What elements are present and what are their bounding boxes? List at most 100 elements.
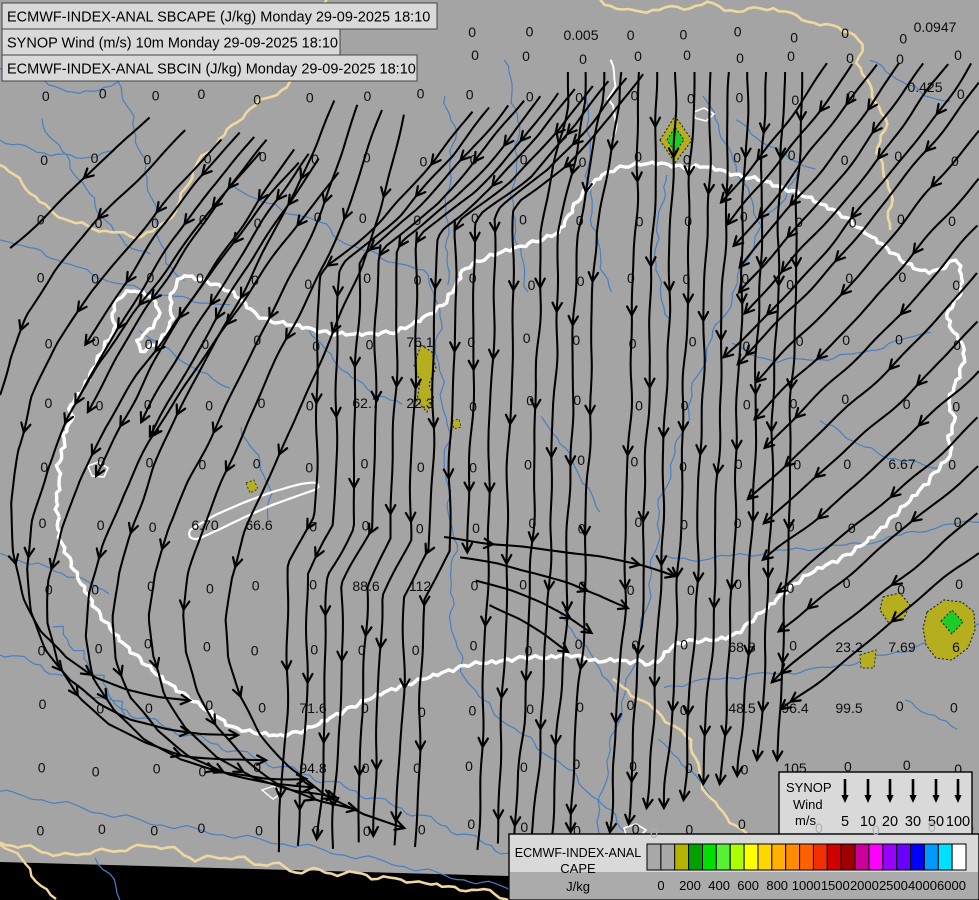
svg-text:6: 6: [952, 639, 960, 655]
svg-text:100: 100: [946, 814, 970, 830]
svg-text:0: 0: [955, 576, 963, 592]
svg-text:0: 0: [92, 764, 100, 780]
svg-text:0: 0: [577, 273, 585, 289]
svg-text:0: 0: [579, 51, 587, 67]
svg-text:800: 800: [766, 878, 788, 893]
svg-text:23.2: 23.2: [835, 639, 862, 655]
svg-text:0: 0: [418, 822, 426, 838]
svg-text:0: 0: [680, 27, 688, 43]
svg-text:0: 0: [412, 642, 420, 658]
svg-text:0: 0: [526, 701, 534, 717]
svg-text:0: 0: [310, 641, 318, 657]
svg-text:200: 200: [679, 878, 701, 893]
svg-text:CAPE: CAPE: [560, 861, 596, 876]
svg-text:0: 0: [787, 48, 795, 64]
svg-text:0: 0: [957, 86, 965, 102]
svg-text:0: 0: [896, 698, 904, 714]
svg-text:5: 5: [841, 814, 849, 830]
svg-text:0: 0: [361, 456, 369, 472]
svg-text:0: 0: [309, 577, 317, 593]
svg-text:0: 0: [657, 878, 664, 893]
svg-text:0: 0: [843, 456, 851, 472]
svg-text:7.69: 7.69: [888, 639, 915, 655]
svg-text:0: 0: [97, 517, 105, 533]
svg-text:76.1: 76.1: [406, 334, 433, 350]
svg-text:71.6: 71.6: [299, 700, 326, 716]
svg-text:0: 0: [366, 336, 374, 352]
svg-text:0: 0: [575, 636, 583, 652]
svg-text:J/kg: J/kg: [566, 879, 590, 894]
svg-text:1000: 1000: [792, 878, 821, 893]
svg-text:0: 0: [631, 454, 639, 470]
svg-text:0: 0: [306, 90, 314, 106]
svg-text:0: 0: [526, 24, 534, 40]
svg-text:0: 0: [472, 520, 480, 536]
svg-text:0: 0: [687, 582, 695, 598]
svg-text:0: 0: [470, 638, 478, 654]
svg-text:0: 0: [528, 277, 536, 293]
svg-text:0: 0: [841, 152, 849, 168]
svg-text:0: 0: [733, 150, 741, 166]
svg-text:0: 0: [791, 92, 799, 108]
svg-text:0: 0: [198, 86, 206, 102]
svg-text:0: 0: [252, 578, 260, 594]
svg-text:0: 0: [815, 820, 823, 836]
svg-text:0: 0: [45, 336, 53, 352]
svg-text:20: 20: [882, 814, 898, 830]
svg-text:0: 0: [526, 88, 534, 104]
svg-text:0: 0: [198, 820, 206, 836]
svg-text:0: 0: [573, 392, 581, 408]
svg-text:0: 0: [952, 277, 960, 293]
svg-text:0: 0: [738, 816, 746, 832]
svg-text:0: 0: [841, 25, 849, 41]
svg-text:6.67: 6.67: [888, 456, 915, 472]
svg-text:0: 0: [579, 154, 587, 170]
svg-text:0: 0: [39, 696, 47, 712]
svg-text:SYNOP Wind (m/s) 10m Monday 29: SYNOP Wind (m/s) 10m Monday 29-09-2025 1…: [7, 36, 338, 52]
svg-text:0: 0: [96, 397, 104, 413]
svg-text:0: 0: [736, 90, 744, 106]
svg-text:0: 0: [520, 819, 528, 835]
svg-text:0: 0: [519, 577, 527, 593]
svg-text:0: 0: [689, 334, 697, 350]
svg-text:0: 0: [99, 85, 107, 101]
svg-text:0: 0: [952, 399, 960, 415]
svg-text:2500: 2500: [879, 878, 908, 893]
svg-text:0: 0: [948, 213, 956, 229]
svg-text:ECMWF-INDEX-ANAL SBCAPE (J/kg): ECMWF-INDEX-ANAL SBCAPE (J/kg) Monday 29…: [7, 10, 430, 26]
svg-text:0: 0: [634, 148, 642, 164]
svg-text:0: 0: [680, 636, 688, 652]
svg-text:0: 0: [203, 638, 211, 654]
svg-text:0: 0: [42, 88, 50, 104]
svg-text:0: 0: [416, 521, 424, 537]
svg-text:0: 0: [420, 154, 428, 170]
svg-text:0: 0: [306, 397, 314, 413]
svg-text:68.8: 68.8: [728, 639, 755, 655]
svg-text:0: 0: [469, 459, 477, 475]
svg-text:0: 0: [471, 47, 479, 63]
svg-text:0: 0: [903, 757, 911, 773]
svg-text:0: 0: [95, 641, 103, 657]
svg-text:0: 0: [467, 816, 475, 832]
svg-text:0: 0: [465, 758, 473, 774]
svg-text:m/s: m/s: [795, 813, 816, 828]
svg-text:0: 0: [789, 637, 797, 653]
svg-text:0: 0: [928, 819, 936, 835]
svg-text:0: 0: [206, 581, 214, 597]
svg-text:6000: 6000: [937, 878, 966, 893]
svg-text:0: 0: [634, 48, 642, 64]
svg-text:22.3: 22.3: [406, 395, 433, 411]
svg-text:0: 0: [91, 150, 99, 166]
svg-text:2000: 2000: [850, 878, 879, 893]
svg-text:0: 0: [305, 459, 313, 475]
svg-text:0.005: 0.005: [563, 27, 598, 43]
svg-text:88.6: 88.6: [352, 578, 379, 594]
svg-text:0: 0: [253, 455, 261, 471]
svg-text:0: 0: [519, 211, 527, 227]
svg-text:0: 0: [872, 822, 880, 838]
svg-text:0: 0: [39, 515, 47, 531]
svg-text:0: 0: [466, 87, 474, 103]
svg-text:0: 0: [98, 821, 106, 837]
svg-text:0: 0: [255, 823, 263, 839]
svg-text:0: 0: [150, 823, 158, 839]
